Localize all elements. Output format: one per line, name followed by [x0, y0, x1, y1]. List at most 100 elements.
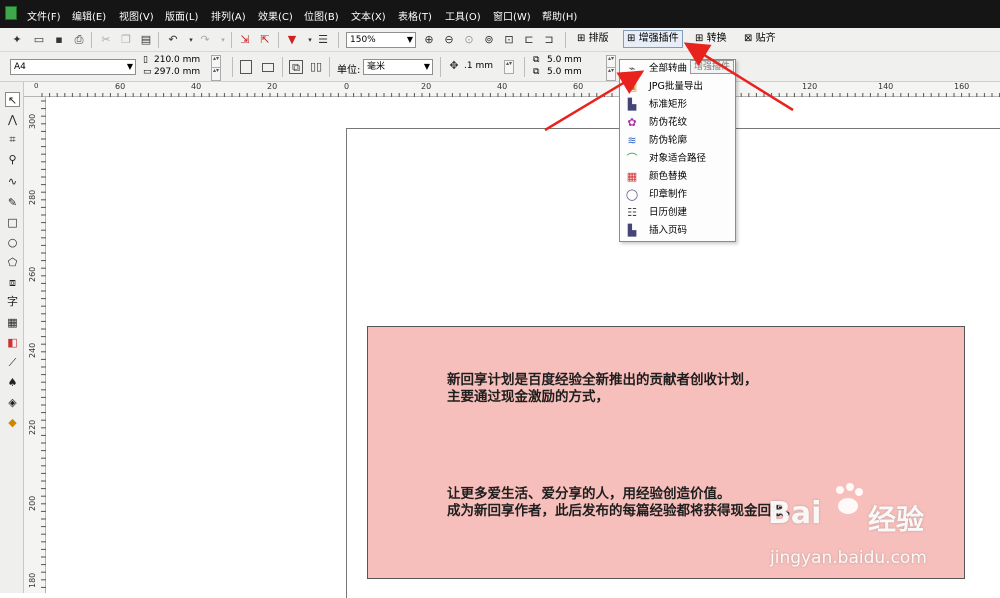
eyedropper-icon[interactable]: ⟋: [5, 355, 20, 370]
menu-edit[interactable]: 编辑(E): [72, 8, 106, 23]
height-spinner[interactable]: ▴▾: [211, 67, 221, 81]
menu-arrange[interactable]: 排列(A): [211, 8, 246, 23]
menu-file[interactable]: 文件(F): [27, 8, 61, 23]
menu-effects[interactable]: 效果(C): [258, 8, 293, 23]
application-launcher-icon[interactable]: ▼: [285, 33, 299, 47]
zoom-combo[interactable]: 150% ▼: [346, 32, 416, 48]
landscape-icon[interactable]: [262, 63, 274, 72]
menu-help[interactable]: 帮助(H): [542, 8, 577, 23]
menu-view[interactable]: 视图(V): [119, 8, 154, 23]
layout-button[interactable]: ⊞ 排版: [574, 30, 612, 48]
menu-item-security-pattern[interactable]: ✿ 防伪花纹: [620, 114, 735, 132]
current-page-icon[interactable]: ▯▯: [309, 60, 323, 74]
print-icon[interactable]: ⎙: [72, 33, 86, 47]
menu-item-label: 防伪轮廓: [649, 135, 688, 146]
zoom-out-icon[interactable]: ⊖: [442, 33, 456, 47]
open-icon[interactable]: ▭: [32, 33, 46, 47]
zoom-height-icon[interactable]: ⊐: [542, 33, 556, 47]
text-tool-icon[interactable]: 字: [5, 294, 20, 309]
zoom-tool-icon[interactable]: ⚲: [5, 152, 20, 167]
menu-item-label: 标准矩形: [649, 99, 688, 110]
menu-layout[interactable]: 版面(L): [165, 8, 198, 23]
dup-x-field[interactable]: 5.0 mm: [547, 55, 582, 65]
rectangle-icon: ▙: [627, 98, 637, 111]
menu-table[interactable]: 表格(T): [398, 8, 432, 23]
chevron-down-icon: ▼: [423, 62, 430, 71]
launcher-dropdown-icon[interactable]: ▾: [303, 33, 317, 47]
dup-y-spinner[interactable]: ▴▾: [606, 67, 616, 81]
unit-combo[interactable]: 毫米 ▼: [363, 59, 433, 75]
ellipse-tool-icon[interactable]: ○: [5, 235, 20, 250]
page-height-field[interactable]: 297.0 mm: [154, 67, 200, 77]
copy-icon[interactable]: ❐: [119, 33, 133, 47]
nudge-field[interactable]: .1 mm: [464, 61, 493, 71]
crop-tool-icon[interactable]: ⌗: [5, 132, 20, 147]
menu-item-security-contour[interactable]: ≋ 防伪轮廓: [620, 132, 735, 150]
basic-shapes-icon[interactable]: ⧈: [5, 275, 20, 290]
menu-text[interactable]: 文本(X): [351, 8, 386, 23]
menu-item-stamp-make[interactable]: ◯ 印章制作: [620, 186, 735, 204]
redo-dropdown-icon[interactable]: ▾: [216, 33, 230, 47]
table-tool-icon[interactable]: ▦: [5, 315, 20, 330]
baidu-watermark: Bai 经验 jingyan.baidu.com: [768, 482, 988, 592]
rectangle-tool-icon[interactable]: □: [5, 215, 20, 230]
zoom-all-icon[interactable]: ⊚: [482, 33, 496, 47]
undo-icon[interactable]: ↶: [166, 33, 180, 47]
import-icon[interactable]: ⇲: [238, 33, 252, 47]
page-size-combo[interactable]: A4 ▼: [10, 59, 136, 75]
menu-item-jpg-export[interactable]: ▣ JPG批量导出: [620, 78, 735, 96]
interactive-tool-icon[interactable]: ◧: [5, 335, 20, 350]
dup-y-field[interactable]: 5.0 mm: [547, 67, 582, 77]
enhance-plugin-button[interactable]: ⊞ 增强插件: [623, 30, 683, 48]
save-icon[interactable]: ▪: [52, 33, 66, 47]
fill-tool-icon[interactable]: ◈: [5, 395, 20, 410]
snap-button[interactable]: ⊠ 贴齐: [741, 30, 779, 48]
enhance-plugin-menu: ⌁ 全部转曲 ▣ JPG批量导出 ▙ 标准矩形 ✿ 防伪花纹 ≋ 防伪轮廓 ⌒ …: [619, 59, 736, 242]
v-ruler-ticks: [41, 100, 46, 588]
smart-fill-icon[interactable]: ✎: [5, 195, 20, 210]
paste-icon[interactable]: ▤: [139, 33, 153, 47]
standard-toolbar: ✦ ▭ ▪ ⎙ ✂ ❐ ▤ ↶ ▾ ↷ ▾ ⇲ ⇱ ▼ ▾ ☰ 150% ▼ ⊕…: [0, 28, 1000, 52]
page-width-field[interactable]: 210.0 mm: [154, 55, 200, 65]
horizontal-ruler[interactable]: 0 60 40 20 0 20 40 60 80 100 120 140 160: [24, 82, 1000, 97]
menu-item-fit-to-path[interactable]: ⌒ 对象适合路径: [620, 150, 735, 168]
welcome-screen-icon[interactable]: ☰: [316, 33, 330, 47]
unit-label: 单位:: [337, 65, 361, 76]
calendar-icon: ☷: [627, 206, 637, 219]
zoom-in-icon[interactable]: ⊕: [422, 33, 436, 47]
page-height-icon: ▭: [143, 67, 152, 77]
new-document-icon[interactable]: ✦: [10, 33, 24, 47]
menu-item-calendar-create[interactable]: ☷ 日历创建: [620, 204, 735, 222]
all-pages-icon[interactable]: ⧉: [289, 60, 303, 74]
menu-item-label: 对象适合路径: [649, 153, 707, 164]
zoom-width-icon[interactable]: ⊏: [522, 33, 536, 47]
portrait-icon[interactable]: [240, 60, 252, 74]
vertical-ruler[interactable]: 300 280 260 240 220 200 180: [24, 97, 46, 593]
menu-item-label: 插入页码: [649, 225, 688, 236]
export-icon[interactable]: ⇱: [258, 33, 272, 47]
menu-tools[interactable]: 工具(O): [445, 8, 481, 23]
shape-tool-icon[interactable]: ⋀: [5, 112, 20, 127]
menu-item-standard-rectangle[interactable]: ▙ 标准矩形: [620, 96, 735, 114]
menu-item-label: 全部转曲: [649, 63, 688, 74]
redo-icon[interactable]: ↷: [198, 33, 212, 47]
polygon-tool-icon[interactable]: ⬠: [5, 255, 20, 270]
zoom-page-icon[interactable]: ⊡: [502, 33, 516, 47]
zoom-selected-icon[interactable]: ⊙: [462, 33, 476, 47]
convert-button[interactable]: ⊞ 转换: [692, 30, 730, 48]
menu-item-color-replace[interactable]: ▦ 颜色替换: [620, 168, 735, 186]
menu-item-label: 防伪花纹: [649, 117, 688, 128]
zoom-value: 150%: [350, 35, 376, 45]
nudge-spinner[interactable]: ▴▾: [504, 60, 514, 74]
pick-tool-icon[interactable]: ↖: [5, 92, 20, 107]
menu-bitmaps[interactable]: 位图(B): [304, 8, 339, 23]
cut-icon[interactable]: ✂: [99, 33, 113, 47]
menu-item-label: JPG批量导出: [649, 81, 703, 92]
undo-dropdown-icon[interactable]: ▾: [184, 33, 198, 47]
menu-item-insert-page-number[interactable]: ▙ 插入页码: [620, 222, 735, 240]
outline-pen-icon[interactable]: ♠: [5, 375, 20, 390]
menu-window[interactable]: 窗口(W): [493, 8, 531, 23]
freehand-tool-icon[interactable]: ∿: [5, 174, 20, 189]
interactive-fill-icon[interactable]: ◆: [5, 415, 20, 430]
enhance-plugin-label: 增强插件: [638, 33, 679, 44]
